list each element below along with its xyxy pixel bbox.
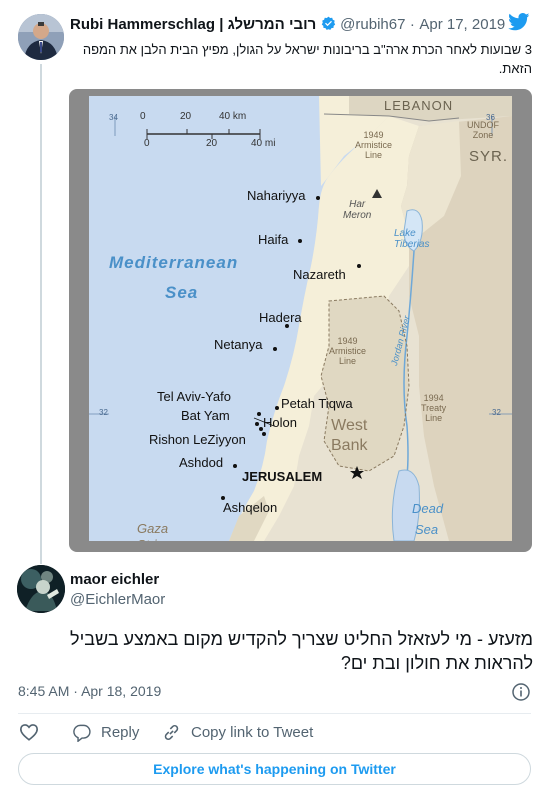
verified-badge-icon — [321, 16, 335, 30]
label-lebanon: LEBANON — [384, 98, 454, 113]
city-dot — [298, 239, 302, 243]
tweet-image[interactable]: LEBANON SYR. 1949 Armistice Line UNDOF Z… — [69, 89, 532, 552]
scale-mi-40: 40 mi — [251, 138, 276, 149]
tweet-date[interactable]: Apr 17, 2019 — [419, 16, 505, 33]
reply-button[interactable]: Reply — [101, 724, 139, 741]
scale-mi-20: 20 — [206, 138, 218, 149]
label-dead-sea: Sea — [415, 522, 439, 537]
label-syria: SYR. — [469, 148, 509, 165]
city-dot — [255, 422, 259, 426]
explore-button[interactable]: Explore what's happening on Twitter — [18, 753, 531, 785]
scale-km-20: 20 — [180, 111, 192, 122]
label-mediterranean: Mediterranean — [109, 253, 239, 272]
label-gaza-strip: Gaza Strip — [137, 521, 169, 541]
avatar-photo — [17, 565, 65, 613]
scale-km-0: 0 — [140, 111, 146, 122]
quoted-tweet-text: 3 שבועות לאחר הכרת ארה"ב בריבונות ישראל … — [82, 42, 532, 76]
avatar[interactable] — [18, 14, 64, 60]
label-armistice-1949-west: 1949 Armistice Line — [329, 336, 367, 366]
label-har-meron: Har Meron — [343, 199, 372, 221]
label-west-bank: West Bank — [331, 417, 368, 454]
city-holon: Holon — [263, 415, 297, 430]
twitter-bird-icon[interactable] — [508, 13, 530, 31]
tweet-date: Apr 18, 2019 — [81, 683, 162, 699]
grid-lat-32-left: 32 — [99, 408, 108, 417]
grid-lon-34: 34 — [109, 113, 118, 122]
avatar-photo — [18, 14, 64, 60]
city-dot — [275, 406, 279, 410]
israel-map: LEBANON SYR. 1949 Armistice Line UNDOF Z… — [89, 96, 512, 541]
reply-author-name[interactable]: maor eichler — [70, 571, 159, 588]
link-icon[interactable] — [162, 723, 181, 742]
label-lake-tiberias: Lake Tiberias — [394, 228, 430, 250]
city-dot — [357, 264, 361, 268]
reply-icon[interactable] — [72, 723, 92, 742]
label-armistice-1949-north: 1949 Armistice Line — [355, 130, 393, 160]
label-treaty-1994: 1994 Treaty Line — [421, 393, 447, 423]
city-dot — [257, 412, 261, 416]
city-nahariyya: Nahariyya — [247, 188, 306, 203]
city-tel-aviv-yafo: Tel Aviv-Yafo — [157, 389, 231, 404]
like-heart-icon[interactable] — [19, 723, 39, 741]
reply-author-handle[interactable]: @EichlerMaor — [70, 591, 165, 608]
grid-lon-36: 36 — [486, 113, 495, 122]
city-hadera: Hadera — [259, 310, 302, 325]
avatar[interactable] — [17, 565, 65, 613]
city-haifa: Haifa — [258, 232, 289, 247]
city-netanya: Netanya — [214, 337, 263, 352]
author-handle[interactable]: @rubih67 — [340, 16, 405, 33]
city-rishon-leziyyon: Rishon LeZiyyon — [149, 432, 246, 447]
separator-dot: · — [73, 683, 78, 699]
quoted-tweet-header: Rubi Hammerschlag | רובי המרשלג @rubih67… — [70, 16, 505, 34]
city-dot — [233, 464, 237, 468]
city-bat-yam: Bat Yam — [181, 408, 230, 423]
city-ashdod: Ashdod — [179, 455, 224, 470]
author-name[interactable]: Rubi Hammerschlag | רובי המרשלג — [70, 16, 316, 33]
reply-tweet-text: מזעזע - מי לעזאזל החליט שצריך להקדיש מקו… — [70, 629, 533, 673]
scale-km-40: 40 km — [219, 111, 247, 122]
city-petah-tiqwa: Petah Tiqwa — [281, 396, 353, 411]
label-dead: Dead — [412, 501, 444, 516]
scale-mi-0: 0 — [144, 138, 150, 149]
label-undof-zone: UNDOF Zone — [467, 120, 499, 140]
tweet-timestamp[interactable]: 8:45 AM · Apr 18, 2019 — [18, 683, 161, 699]
city-jerusalem: JERUSALEM — [242, 469, 323, 484]
copy-link-button[interactable]: Copy link to Tweet — [191, 724, 313, 741]
divider — [18, 713, 531, 714]
thread-line — [40, 64, 42, 564]
label-sea: Sea — [165, 283, 199, 302]
city-dot — [273, 347, 277, 351]
grid-lat-32-right: 32 — [492, 408, 501, 417]
city-ashqelon: Ashqelon — [223, 500, 278, 515]
city-dot — [262, 432, 266, 436]
info-icon[interactable] — [511, 682, 531, 702]
tweet-time: 8:45 AM — [18, 683, 70, 699]
city-dot — [316, 196, 320, 200]
separator-dot: · — [409, 16, 415, 33]
city-nazareth: Nazareth — [293, 267, 346, 282]
